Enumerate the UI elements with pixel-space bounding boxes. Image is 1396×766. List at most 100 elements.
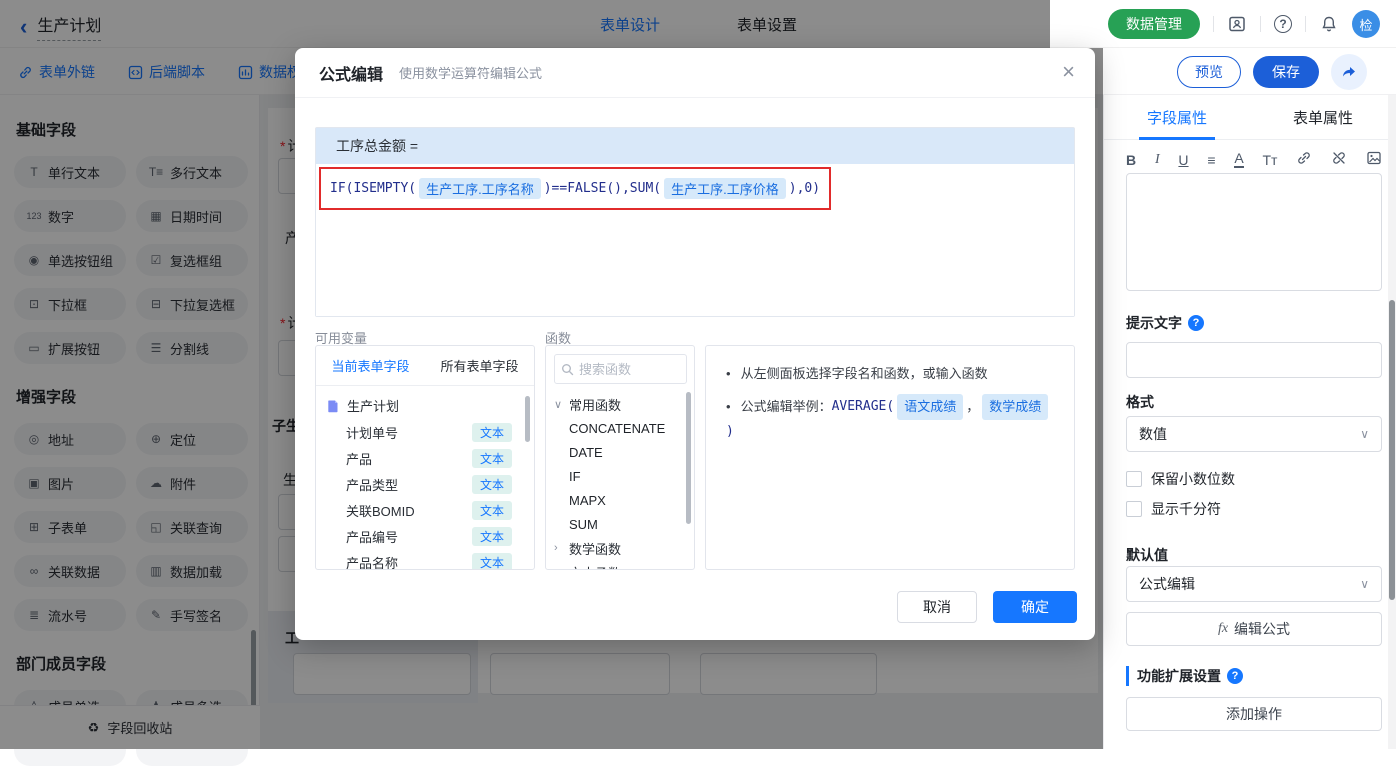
function-group-math[interactable]: › 数学函数: [546, 536, 694, 560]
align-icon[interactable]: ≡: [1207, 152, 1215, 168]
formula-code: ),0): [788, 181, 821, 196]
formula-highlight-box: IF(ISEMPTY( 生产工序.工序名称 )==FALSE(),SUM( 生产…: [319, 167, 832, 210]
add-action-button[interactable]: 添加操作: [1126, 697, 1382, 731]
formula-editor[interactable]: 工序总金额 = IF(ISEMPTY( 生产工序.工序名称 )==FALSE()…: [315, 127, 1075, 317]
field-type-tag: 文本: [471, 422, 512, 442]
chevron-right-icon: ›: [554, 542, 558, 554]
underline-icon[interactable]: U: [1178, 152, 1188, 168]
function-group-common[interactable]: ∨ 常用函数: [546, 392, 694, 416]
chevron-down-icon: ∨: [1360, 427, 1369, 441]
search-input[interactable]: [579, 361, 669, 377]
font-size-icon[interactable]: Tт: [1263, 152, 1278, 168]
variable-row[interactable]: 关联BOMID 文本: [316, 497, 534, 523]
function-item[interactable]: MAPX: [546, 488, 694, 512]
modal-title: 公式编辑: [319, 66, 384, 84]
italic-icon[interactable]: I: [1155, 152, 1160, 168]
format-label: 格式: [1126, 394, 1154, 410]
document-icon: [328, 399, 338, 412]
fx-icon: fx: [1217, 621, 1229, 636]
tab-form-properties[interactable]: 表单属性: [1250, 95, 1396, 139]
extension-settings-label: 功能扩展设置 ?: [1126, 666, 1243, 686]
formula-field-chip[interactable]: 生产工序.工序价格: [664, 178, 786, 199]
divider: [1305, 16, 1306, 32]
function-item[interactable]: CONCATENATE: [546, 416, 694, 440]
page-scrollbar-thumb[interactable]: [1389, 300, 1395, 600]
tab-field-properties[interactable]: 字段属性: [1104, 95, 1250, 140]
formula-target-label: 工序总金额 =: [316, 128, 1074, 164]
confirm-button[interactable]: 确定: [993, 591, 1077, 623]
checkbox-icon[interactable]: [1126, 501, 1142, 517]
insert-image-icon[interactable]: [1366, 150, 1382, 169]
function-item[interactable]: SUM: [546, 512, 694, 536]
chevron-down-icon: ∨: [554, 398, 563, 411]
function-search-box[interactable]: [554, 354, 687, 384]
bold-icon[interactable]: B: [1126, 152, 1136, 168]
help-icon[interactable]: ?: [1227, 668, 1243, 684]
decimal-checkbox-row[interactable]: 保留小数位数: [1126, 469, 1235, 489]
font-color-icon[interactable]: A: [1234, 151, 1244, 168]
tab-current-form-fields[interactable]: 当前表单字段: [316, 346, 425, 385]
properties-panel: 字段属性 表单属性 B I U ≡ A Tт 提示文字 ? 格式 数值 ∨ 保留…: [1103, 95, 1396, 749]
hint-example-line: • 公式编辑举例： AVERAGE( 语文成绩 ， 数学成绩 ): [726, 394, 1054, 444]
variable-row[interactable]: 产品名称 文本: [316, 549, 534, 569]
tab-all-form-fields[interactable]: 所有表单字段: [425, 346, 534, 385]
data-manage-button[interactable]: 数据管理: [1108, 9, 1200, 39]
hint-line: • 从左侧面板选择字段名和函数，或输入函数: [726, 366, 988, 381]
divider: [1213, 16, 1214, 32]
formula-edit-modal: 公式编辑 使用数学运算符编辑公式 × 工序总金额 = IF(ISEMPTY( 生…: [295, 48, 1095, 640]
formula-field-chip[interactable]: 生产工序.工序名称: [419, 178, 541, 199]
link-icon[interactable]: [1296, 150, 1312, 169]
divider: [1260, 16, 1261, 32]
checkbox-icon[interactable]: [1126, 471, 1142, 487]
unlink-icon[interactable]: [1331, 150, 1347, 169]
close-icon[interactable]: ×: [1062, 60, 1075, 84]
variables-panel: 当前表单字段 所有表单字段 生产计划 计划单号 文本 产品 文本 产品类型 文本 关联…: [315, 345, 535, 570]
default-value-select[interactable]: 公式编辑 ∨: [1126, 566, 1382, 602]
function-list: ∨ 常用函数 CONCATENATE DATE IF MAPX SUM › 数学函数…: [546, 392, 694, 570]
share-arrow-icon: [1343, 67, 1355, 77]
hint-text-input[interactable]: [1126, 342, 1382, 378]
formula-input-area[interactable]: IF(ISEMPTY( 生产工序.工序名称 )==FALSE(),SUM( 生产…: [316, 164, 1074, 316]
variables-tabs: 当前表单字段 所有表单字段: [316, 346, 534, 386]
help-icon[interactable]: ?: [1188, 315, 1204, 331]
preview-button[interactable]: 预览: [1177, 56, 1241, 88]
variable-row[interactable]: 产品 文本: [316, 445, 534, 471]
field-name-richtext-area[interactable]: [1126, 173, 1382, 291]
avatar[interactable]: 检: [1352, 10, 1380, 38]
hints-panel: • 从左侧面板选择字段名和函数，或输入函数 • 公式编辑举例： AVERAGE(…: [705, 345, 1075, 570]
function-group-text[interactable]: ›文本函数: [546, 560, 694, 570]
field-type-tag: 文本: [471, 500, 512, 520]
field-type-tag: 文本: [471, 552, 512, 569]
field-type-tag: 文本: [471, 526, 512, 546]
formula-code: IF(ISEMPTY(: [330, 181, 417, 196]
field-type-tag: 文本: [471, 448, 512, 468]
format-select[interactable]: 数值 ∨: [1126, 416, 1382, 452]
variable-row[interactable]: 计划单号 文本: [316, 419, 534, 445]
chevron-right-icon: ›: [554, 566, 564, 569]
save-button[interactable]: 保存: [1253, 56, 1319, 88]
example-field-chip: 数学成绩: [982, 394, 1049, 420]
example-field-chip: 语文成绩: [897, 394, 964, 420]
contact-card-icon[interactable]: [1227, 14, 1247, 34]
variable-tree-root[interactable]: 生产计划: [316, 386, 534, 419]
functions-scrollbar[interactable]: [686, 392, 691, 524]
cancel-button[interactable]: 取消: [897, 591, 977, 623]
edit-formula-button[interactable]: fx 编辑公式: [1126, 612, 1382, 646]
modal-overlay-top: [0, 0, 1050, 48]
properties-tabs: 字段属性 表单属性: [1104, 95, 1396, 140]
bell-icon[interactable]: [1319, 14, 1339, 34]
header-actions: 数据管理 ? 检: [1108, 0, 1380, 48]
function-item[interactable]: DATE: [546, 440, 694, 464]
functions-panel: ∨常用函数 CONCATENATE DATE IF MAPX SUM ›数学函数…: [545, 345, 695, 570]
function-item[interactable]: IF: [546, 464, 694, 488]
modal-header: 公式编辑 使用数学运算符编辑公式 ×: [295, 48, 1095, 98]
variable-row[interactable]: 产品编号 文本: [316, 523, 534, 549]
variables-scrollbar[interactable]: [525, 396, 530, 442]
share-button[interactable]: [1331, 54, 1367, 90]
chevron-down-icon: ∨: [1360, 577, 1369, 591]
variable-row[interactable]: 产品类型 文本: [316, 471, 534, 497]
thousands-checkbox-row[interactable]: 显示千分符: [1126, 499, 1221, 519]
help-icon[interactable]: ?: [1274, 15, 1292, 33]
default-value-label: 默认值: [1126, 547, 1168, 563]
search-icon: [562, 363, 574, 375]
